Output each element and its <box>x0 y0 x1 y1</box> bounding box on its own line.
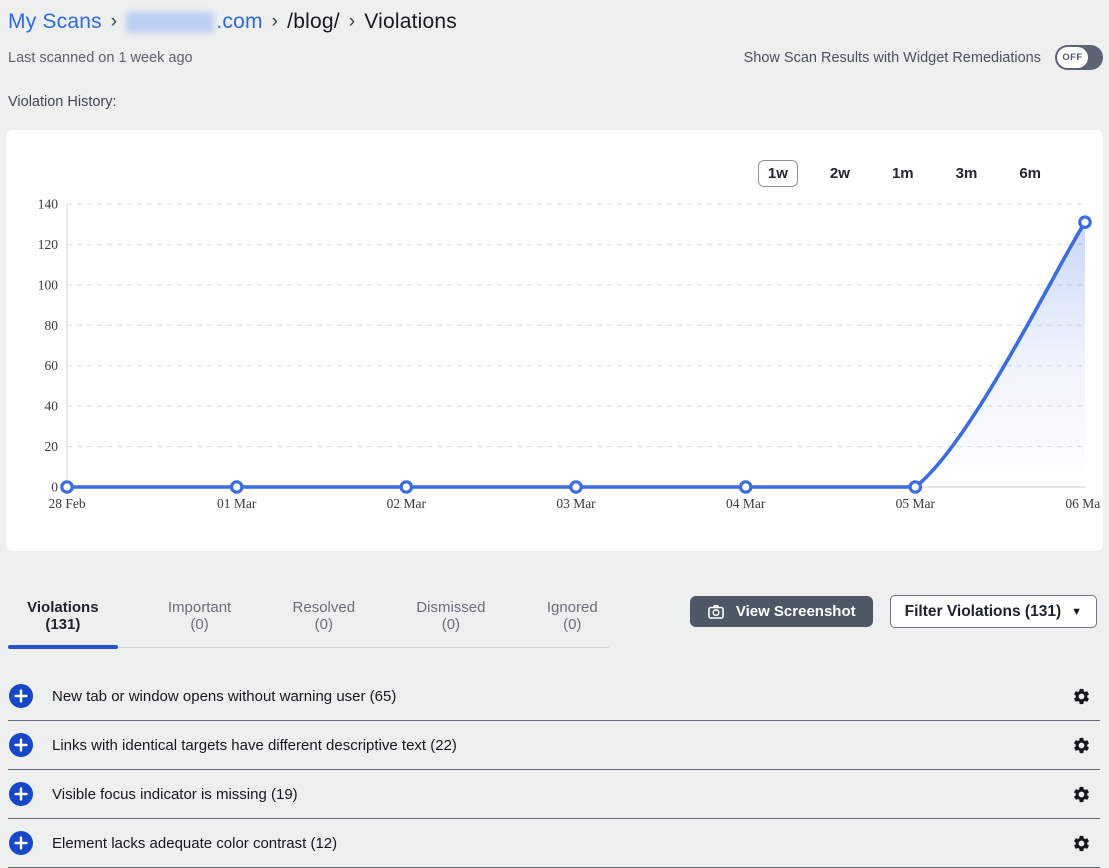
svg-text:80: 80 <box>45 318 59 333</box>
svg-text:06 Mar: 06 Mar <box>1065 496 1101 511</box>
tab-violations[interactable]: Violations (131) <box>8 593 118 647</box>
result-tabs: Violations (131) Important (0) Resolved … <box>8 593 609 648</box>
violation-label: Visible focus indicator is missing (19) <box>52 786 298 803</box>
svg-text:20: 20 <box>45 439 59 454</box>
breadcrumb-link-my-scans[interactable]: My Scans <box>8 10 102 34</box>
tab-important[interactable]: Important (0) <box>157 593 243 647</box>
scan-results-page: My Scans › .com › /blog/ › Violations La… <box>0 0 1109 844</box>
filter-violations-dropdown[interactable]: Filter Violations (131) ▼ <box>890 595 1097 628</box>
svg-text:0: 0 <box>51 480 58 495</box>
range-button-3m[interactable]: 3m <box>946 160 988 187</box>
remediations-toggle-group: Show Scan Results with Widget Remediatio… <box>744 45 1103 70</box>
svg-text:120: 120 <box>38 237 59 252</box>
remediations-toggle-label: Show Scan Results with Widget Remediatio… <box>744 50 1041 66</box>
violation-history-label: Violation History: <box>8 94 1109 110</box>
results-toolbar: Violations (131) Important (0) Resolved … <box>8 593 1097 648</box>
violation-row[interactable]: Links with identical targets have differ… <box>8 721 1100 770</box>
svg-text:01 Mar: 01 Mar <box>217 496 257 511</box>
svg-text:60: 60 <box>45 358 59 373</box>
svg-text:28 Feb: 28 Feb <box>48 496 85 511</box>
chart-range-buttons: 1w 2w 1m 3m 6m <box>6 130 1103 187</box>
filter-violations-label: Filter Violations (131) <box>905 603 1061 621</box>
violation-row[interactable]: Visible focus indicator is missing (19) <box>8 770 1100 819</box>
gear-icon[interactable] <box>1072 834 1091 853</box>
expand-plus-button[interactable] <box>9 831 33 855</box>
violation-history-chart: 0 20 40 60 80 100 120 140 28 Feb 01 Mar 02 Mar 03 M… <box>6 191 1103 536</box>
gear-icon[interactable] <box>1072 785 1091 804</box>
camera-icon <box>707 603 725 621</box>
breadcrumb-separator: › <box>263 11 288 33</box>
violation-label: Links with identical targets have differ… <box>52 737 457 754</box>
svg-text:04 Mar: 04 Mar <box>726 496 766 511</box>
svg-text:02 Mar: 02 Mar <box>387 496 427 511</box>
breadcrumb-separator: › <box>340 11 365 33</box>
toggle-knob: OFF <box>1057 47 1088 68</box>
svg-text:140: 140 <box>38 197 59 212</box>
breadcrumb-current-violations: Violations <box>364 10 457 34</box>
tab-resolved[interactable]: Resolved (0) <box>281 593 366 647</box>
expand-plus-button[interactable] <box>9 733 33 757</box>
redacted-domain <box>126 12 214 33</box>
svg-text:40: 40 <box>45 399 59 414</box>
remediations-toggle[interactable]: OFF <box>1055 45 1103 70</box>
svg-text:03 Mar: 03 Mar <box>556 496 596 511</box>
violation-history-panel: 1w 2w 1m 3m 6m 02040608010012014028 Feb0… <box>6 130 1103 551</box>
view-screenshot-button[interactable]: View Screenshot <box>690 596 873 627</box>
toolbar-actions: View Screenshot Filter Violations (131) … <box>690 595 1097 628</box>
svg-text:05 Mar: 05 Mar <box>896 496 936 511</box>
chart-svg: 0 20 40 60 80 100 120 140 28 Feb 01 Mar 02 Mar 03 M… <box>6 191 1101 536</box>
svg-text:100: 100 <box>38 277 59 292</box>
range-button-1m[interactable]: 1m <box>882 160 924 187</box>
expand-plus-button[interactable] <box>9 782 33 806</box>
gear-icon[interactable] <box>1072 687 1091 706</box>
breadcrumb-separator: › <box>102 11 127 33</box>
last-scanned-text: Last scanned on 1 week ago <box>8 50 193 66</box>
breadcrumb-link-domain[interactable]: .com <box>126 10 262 34</box>
range-button-6m[interactable]: 6m <box>1009 160 1051 187</box>
caret-down-icon: ▼ <box>1071 606 1082 618</box>
breadcrumb-link-blog[interactable]: /blog/ <box>287 10 340 34</box>
range-button-2w[interactable]: 2w <box>820 160 860 187</box>
range-button-1w[interactable]: 1w <box>758 160 798 187</box>
tab-ignored[interactable]: Ignored (0) <box>536 593 609 647</box>
gear-icon[interactable] <box>1072 736 1091 755</box>
violation-row[interactable]: New tab or window opens without warning … <box>8 672 1100 721</box>
view-screenshot-label: View Screenshot <box>736 603 856 620</box>
expand-plus-button[interactable] <box>9 684 33 708</box>
tab-dismissed[interactable]: Dismissed (0) <box>405 593 496 647</box>
domain-suffix: .com <box>216 10 262 34</box>
violations-list: New tab or window opens without warning … <box>8 672 1100 868</box>
violation-label: New tab or window opens without warning … <box>52 688 396 705</box>
violation-label: Element lacks adequate color contrast (1… <box>52 835 337 852</box>
breadcrumb: My Scans › .com › /blog/ › Violations <box>8 10 1103 34</box>
page-header: My Scans › .com › /blog/ › Violations La… <box>0 0 1109 70</box>
